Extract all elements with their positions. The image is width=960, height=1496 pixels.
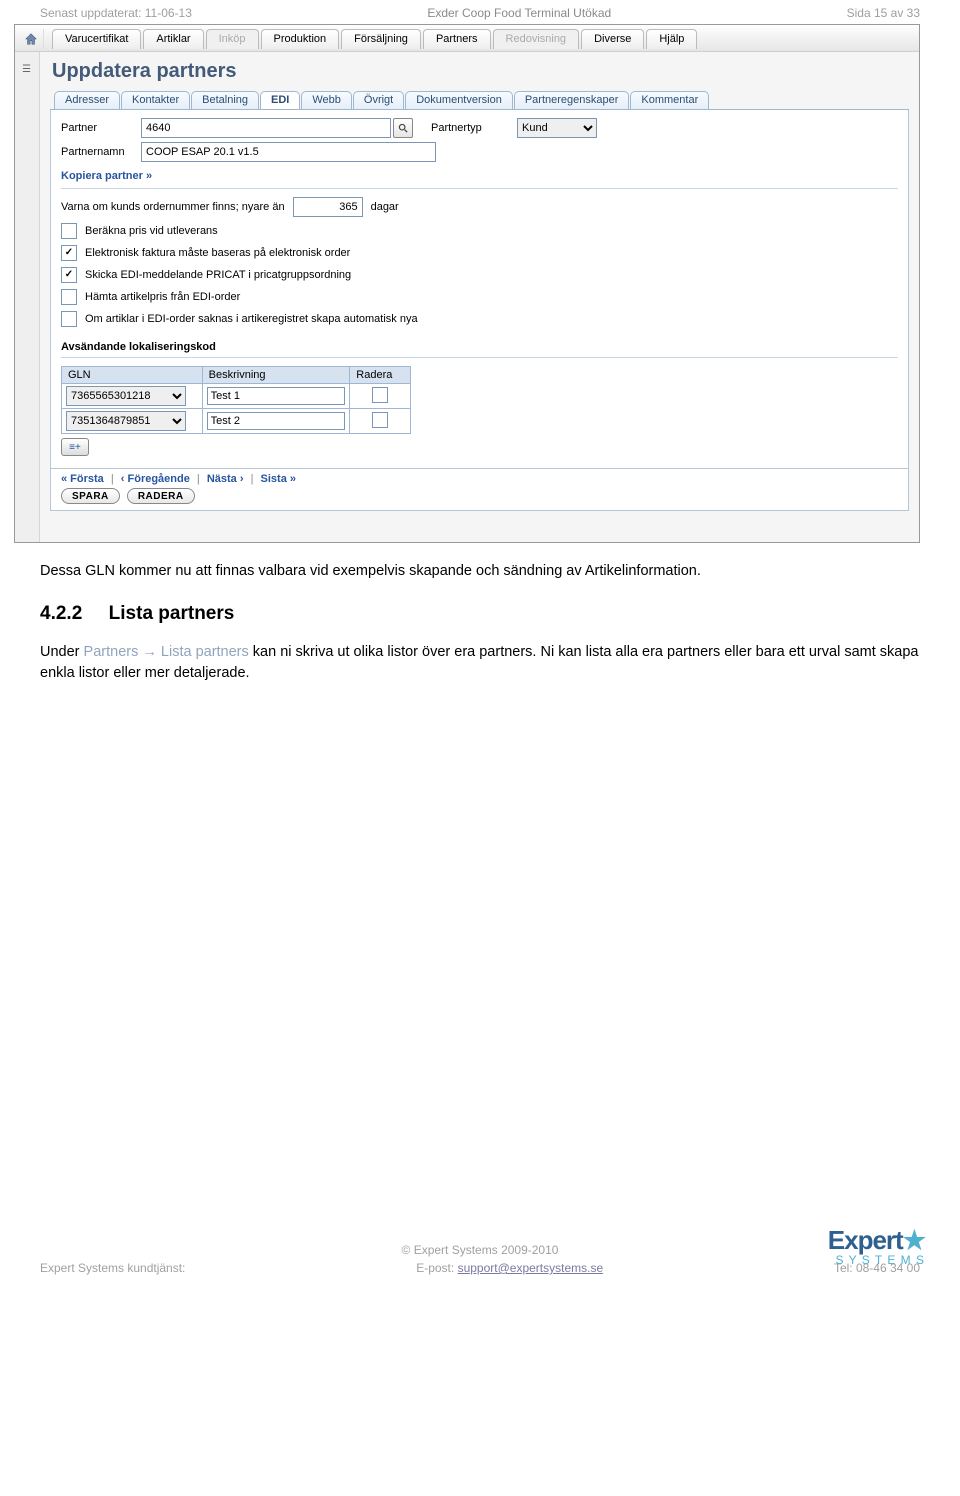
checkbox[interactable]: [61, 289, 77, 305]
menu-inköp: Inköp: [206, 29, 259, 49]
tab-adresser[interactable]: Adresser: [54, 91, 120, 109]
menu-hjälp[interactable]: Hjälp: [646, 29, 697, 49]
warn-days-input[interactable]: [293, 197, 363, 217]
save-button[interactable]: SPARA: [61, 488, 120, 504]
menubar: VarucertifikatArtiklarInköpProduktionFör…: [15, 25, 919, 52]
checkbox[interactable]: [61, 311, 77, 327]
menu-varucertifikat[interactable]: Varucertifikat: [52, 29, 141, 49]
table-row: 7351364879851: [62, 409, 411, 434]
header-updated: Senast uppdaterat: 11-06-13: [40, 6, 192, 20]
tab-kontakter[interactable]: Kontakter: [121, 91, 190, 109]
menu-artiklar[interactable]: Artiklar: [143, 29, 203, 49]
menu-produktion[interactable]: Produktion: [261, 29, 340, 49]
gln-col-gln: GLN: [62, 367, 203, 384]
menu-partners[interactable]: Partners: [423, 29, 491, 49]
gln-select[interactable]: 7351364879851: [66, 411, 186, 431]
warn-label-pre: Varna om kunds ordernummer finns; nyare …: [61, 201, 285, 213]
footer-left: Expert Systems kundtjänst:: [40, 1261, 185, 1275]
checkbox[interactable]: [61, 245, 77, 261]
pager-last[interactable]: Sista »: [261, 473, 296, 485]
partnertyp-label: Partnertyp: [431, 122, 511, 134]
document-body: Dessa GLN kommer nu att finnas valbara v…: [40, 561, 920, 683]
footer-copyright: © Expert Systems 2009-2010: [40, 1243, 920, 1257]
menu-redovisning: Redovisning: [493, 29, 580, 49]
table-row: 7365565301218: [62, 384, 411, 409]
partnertyp-select[interactable]: Kund: [517, 118, 597, 138]
partnernamn-input[interactable]: [141, 142, 436, 162]
heading-4-2-2: 4.2.2 Lista partners: [40, 601, 920, 628]
checkbox-label: Elektronisk faktura måste baseras på ele…: [85, 247, 350, 259]
checkbox-label: Skicka EDI-meddelande PRICAT i pricatgru…: [85, 269, 351, 281]
check-row: Beräkna pris vid utleverans: [61, 223, 898, 239]
check-row: Skicka EDI-meddelande PRICAT i pricatgru…: [61, 267, 898, 283]
partnernamn-label: Partnernamn: [61, 146, 141, 158]
add-row-button[interactable]: ≡+: [61, 438, 89, 456]
footer-row: Expert Systems kundtjänst: E-post: suppo…: [40, 1261, 920, 1275]
page-title: Uppdatera partners: [52, 60, 909, 83]
gln-desc-input[interactable]: [207, 387, 346, 405]
menu-diverse[interactable]: Diverse: [581, 29, 644, 49]
page-header: Senast uppdaterat: 11-06-13 Exder Coop F…: [0, 0, 960, 24]
check-row: Om artiklar i EDI-order saknas i artiker…: [61, 311, 898, 327]
partner-input[interactable]: [141, 118, 391, 138]
partner-search-button[interactable]: [393, 118, 413, 138]
header-page-num: Sida 15 av 33: [847, 6, 920, 20]
delete-checkbox[interactable]: [372, 412, 388, 428]
home-icon: [24, 32, 38, 46]
checkbox-label: Beräkna pris vid utleverans: [85, 225, 218, 237]
pager-first[interactable]: « Första: [61, 473, 104, 485]
delete-checkbox[interactable]: [372, 387, 388, 403]
warn-label-post: dagar: [371, 201, 399, 213]
tab-edi[interactable]: EDI: [260, 91, 300, 109]
gln-col-delete: Radera: [350, 367, 411, 384]
tab-webb[interactable]: Webb: [301, 91, 352, 109]
check-row: Hämta artikelpris från EDI-order: [61, 289, 898, 305]
support-email-link[interactable]: support@expertsystems.se: [458, 1261, 604, 1275]
pager-next[interactable]: Nästa ›: [207, 473, 244, 485]
logo: Expert★ S Y S T E M S: [828, 1227, 925, 1267]
expand-icon[interactable]: ☰: [15, 58, 37, 75]
tab-kommentar[interactable]: Kommentar: [630, 91, 709, 109]
gln-heading: Avsändande lokaliseringskod: [61, 341, 898, 353]
checkbox[interactable]: [61, 267, 77, 283]
paragraph: Under Partners → Lista partners kan ni s…: [40, 642, 920, 683]
tab-bar: AdresserKontakterBetalningEDIWebbÖvrigtD…: [50, 91, 909, 110]
checkbox[interactable]: [61, 223, 77, 239]
pager-prev[interactable]: ‹ Föregående: [121, 473, 190, 485]
tab-panel-edi: Partner Partnertyp Kund Partnernamn Kopi…: [50, 110, 909, 469]
checkbox-label: Hämta artikelpris från EDI-order: [85, 291, 240, 303]
home-button[interactable]: [19, 29, 44, 49]
paragraph: Dessa GLN kommer nu att finnas valbara v…: [40, 561, 920, 581]
app-window: VarucertifikatArtiklarInköpProduktionFör…: [14, 24, 920, 543]
side-gutter: ☰: [15, 52, 40, 542]
gln-desc-input[interactable]: [207, 412, 346, 430]
delete-button[interactable]: RADERA: [127, 488, 195, 504]
pager: « Första | ‹ Föregående | Nästa › | Sist…: [50, 469, 909, 511]
search-icon: [398, 123, 408, 133]
gln-col-desc: Beskrivning: [202, 367, 350, 384]
check-row: Elektronisk faktura måste baseras på ele…: [61, 245, 898, 261]
tab-partneregenskaper[interactable]: Partneregenskaper: [514, 91, 630, 109]
tab-övrigt[interactable]: Övrigt: [353, 91, 404, 109]
partner-label: Partner: [61, 122, 141, 134]
checkbox-label: Om artiklar i EDI-order saknas i artiker…: [85, 313, 418, 325]
header-title: Exder Coop Food Terminal Utökad: [427, 6, 611, 20]
gln-table: GLN Beskrivning Radera 7365565301218 7351…: [61, 366, 411, 434]
tab-dokumentversion[interactable]: Dokumentversion: [405, 91, 513, 109]
gln-select[interactable]: 7365565301218: [66, 386, 186, 406]
copy-partner-link[interactable]: Kopiera partner »: [61, 170, 898, 182]
footer-mid: E-post: support@expertsystems.se: [416, 1261, 603, 1275]
menu-försäljning[interactable]: Försäljning: [341, 29, 421, 49]
tab-betalning[interactable]: Betalning: [191, 91, 259, 109]
